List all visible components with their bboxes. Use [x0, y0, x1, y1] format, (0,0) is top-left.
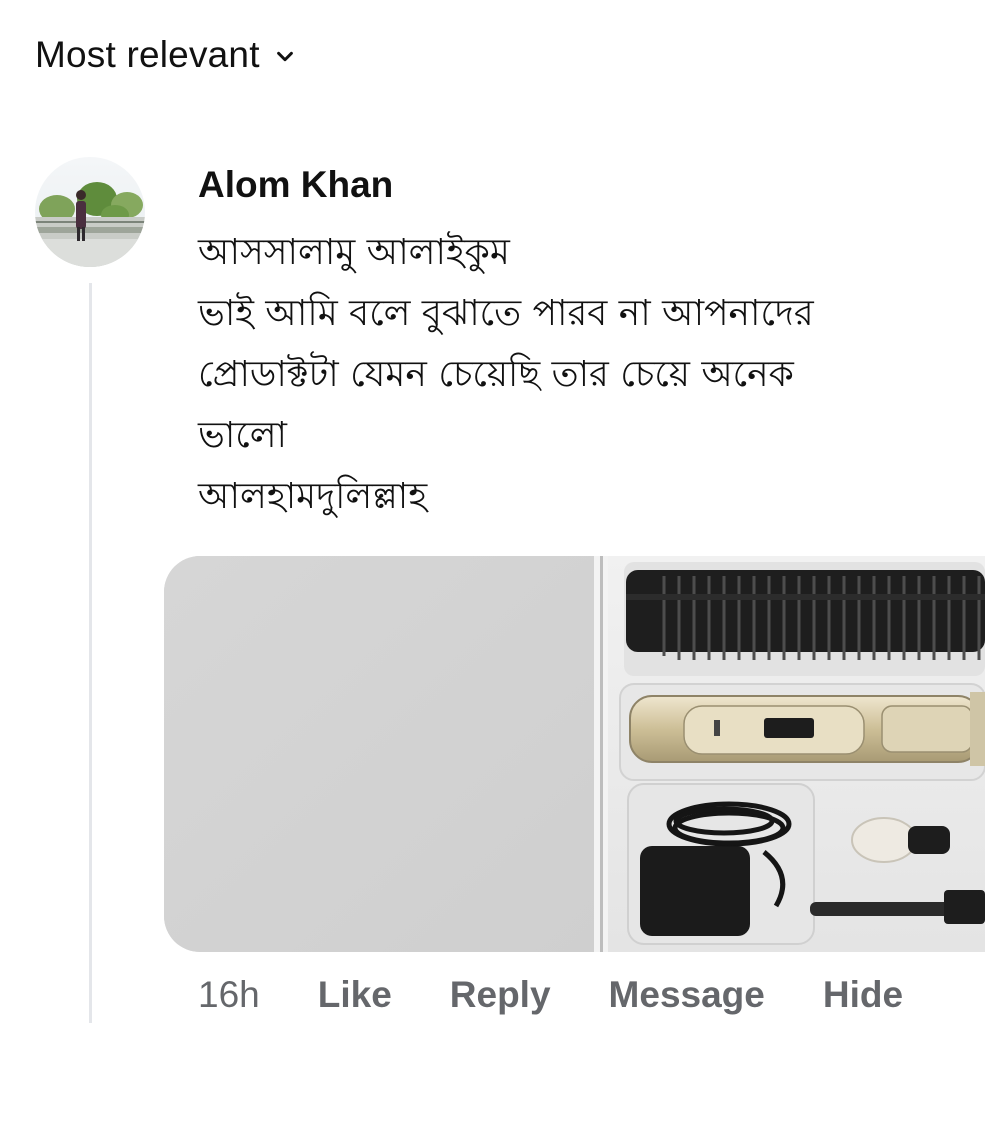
- hair-clipper-kit-image: [164, 556, 985, 952]
- comment-timestamp[interactable]: 16h: [198, 974, 260, 1016]
- comment-line: আসসালামু আলাইকুম: [198, 232, 510, 273]
- sort-label: Most relevant: [35, 34, 260, 75]
- reply-button[interactable]: Reply: [450, 974, 551, 1016]
- comment-text: আসসালামু আলাইকুম ভাই আমি বলে বুঝাতে পারব…: [198, 222, 968, 527]
- sort-dropdown[interactable]: Most relevant: [35, 34, 296, 76]
- avatar[interactable]: [35, 157, 145, 267]
- comment-line: প্রোডাক্টটা যেমন চেয়েছি তার চেয়ে অনেক: [198, 354, 794, 395]
- hide-button[interactable]: Hide: [823, 974, 903, 1016]
- comment-line: আলহামদুলিল্লাহ: [198, 476, 428, 517]
- comment-line: ভালো: [198, 415, 287, 456]
- chevron-down-icon: [276, 51, 293, 62]
- comment-line: ভাই আমি বলে বুঝাতে পারব না আপনাদের: [198, 293, 814, 334]
- comment-photo[interactable]: [164, 556, 985, 952]
- message-button[interactable]: Message: [609, 974, 765, 1016]
- comment-author[interactable]: Alom Khan: [198, 164, 393, 206]
- like-button[interactable]: Like: [318, 974, 392, 1016]
- avatar-photo: [35, 157, 145, 267]
- thread-line: [89, 283, 92, 1023]
- comment-actions: 16h Like Reply Message Hide: [198, 974, 903, 1016]
